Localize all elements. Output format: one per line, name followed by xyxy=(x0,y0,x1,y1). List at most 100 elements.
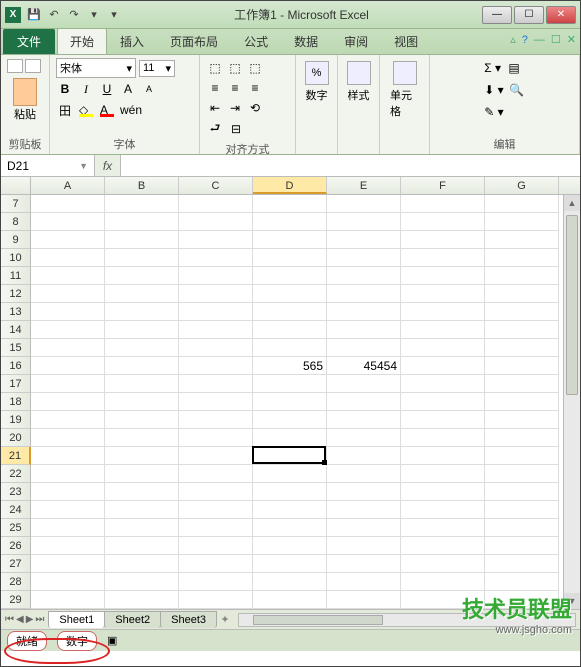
tab-page-layout[interactable]: 页面布局 xyxy=(157,28,231,54)
cell-D16[interactable]: 565 xyxy=(253,357,327,375)
cell-B20[interactable] xyxy=(105,429,179,447)
cell-F10[interactable] xyxy=(401,249,485,267)
cell-G20[interactable] xyxy=(485,429,559,447)
cell-E27[interactable] xyxy=(327,555,401,573)
cell-C17[interactable] xyxy=(179,375,253,393)
align-bottom-icon[interactable]: ⬚ xyxy=(246,59,264,77)
row-header-27[interactable]: 27 xyxy=(1,555,31,573)
grow-font-icon[interactable]: A xyxy=(119,80,137,98)
cell-D28[interactable] xyxy=(253,573,327,591)
border-icon[interactable]: 田 xyxy=(56,101,74,119)
cell-F29[interactable] xyxy=(401,591,485,609)
cell-E12[interactable] xyxy=(327,285,401,303)
cells-button[interactable]: 单元格 xyxy=(386,59,423,121)
cell-B29[interactable] xyxy=(105,591,179,609)
doc-close-icon[interactable]: ✕ xyxy=(567,33,576,46)
cell-E16[interactable]: 45454 xyxy=(327,357,401,375)
underline-button[interactable]: U xyxy=(98,80,116,98)
cell-E7[interactable] xyxy=(327,195,401,213)
cell-B26[interactable] xyxy=(105,537,179,555)
cell-E21[interactable] xyxy=(327,447,401,465)
cell-B28[interactable] xyxy=(105,573,179,591)
cell-C22[interactable] xyxy=(179,465,253,483)
cell-C19[interactable] xyxy=(179,411,253,429)
cell-F8[interactable] xyxy=(401,213,485,231)
row-header-9[interactable]: 9 xyxy=(1,231,31,249)
cell-D11[interactable] xyxy=(253,267,327,285)
cell-B10[interactable] xyxy=(105,249,179,267)
maximize-button[interactable]: ☐ xyxy=(514,6,544,24)
fx-icon[interactable]: fx xyxy=(95,155,121,176)
cell-C16[interactable] xyxy=(179,357,253,375)
merge-icon[interactable]: ⊟ xyxy=(227,120,245,138)
tab-view[interactable]: 视图 xyxy=(381,28,431,54)
cell-F18[interactable] xyxy=(401,393,485,411)
cell-C7[interactable] xyxy=(179,195,253,213)
cell-E10[interactable] xyxy=(327,249,401,267)
cell-B16[interactable] xyxy=(105,357,179,375)
cell-F21[interactable] xyxy=(401,447,485,465)
cell-B14[interactable] xyxy=(105,321,179,339)
cell-G19[interactable] xyxy=(485,411,559,429)
cell-A20[interactable] xyxy=(31,429,105,447)
cell-G11[interactable] xyxy=(485,267,559,285)
cell-E28[interactable] xyxy=(327,573,401,591)
sheet-last-icon[interactable]: ⏭ xyxy=(35,614,44,625)
doc-restore-icon[interactable]: ☐ xyxy=(551,33,561,46)
cell-A26[interactable] xyxy=(31,537,105,555)
cell-A7[interactable] xyxy=(31,195,105,213)
cell-G16[interactable] xyxy=(485,357,559,375)
cell-B12[interactable] xyxy=(105,285,179,303)
cell-A28[interactable] xyxy=(31,573,105,591)
scroll-up-icon[interactable]: ▲ xyxy=(564,195,580,211)
cell-E8[interactable] xyxy=(327,213,401,231)
cell-C23[interactable] xyxy=(179,483,253,501)
cell-A9[interactable] xyxy=(31,231,105,249)
qat-dropdown-icon[interactable]: ▾ xyxy=(85,6,103,24)
cell-A23[interactable] xyxy=(31,483,105,501)
cell-B8[interactable] xyxy=(105,213,179,231)
cell-D17[interactable] xyxy=(253,375,327,393)
cell-A11[interactable] xyxy=(31,267,105,285)
cell-B19[interactable] xyxy=(105,411,179,429)
italic-button[interactable]: I xyxy=(77,80,95,98)
orientation-icon[interactable]: ⟲ xyxy=(246,99,264,117)
cell-C26[interactable] xyxy=(179,537,253,555)
cell-B21[interactable] xyxy=(105,447,179,465)
cell-F23[interactable] xyxy=(401,483,485,501)
fill-color-icon[interactable]: ◇ xyxy=(77,101,95,119)
col-header-D[interactable]: D xyxy=(253,177,327,194)
cell-D24[interactable] xyxy=(253,501,327,519)
col-header-C[interactable]: C xyxy=(179,177,253,194)
new-sheet-icon[interactable]: ✦ xyxy=(216,613,234,626)
cell-A24[interactable] xyxy=(31,501,105,519)
name-box[interactable]: D21 ▼ xyxy=(1,155,95,176)
cell-F11[interactable] xyxy=(401,267,485,285)
cell-A18[interactable] xyxy=(31,393,105,411)
sheet-tab-sheet3[interactable]: Sheet3 xyxy=(160,611,217,628)
cell-B18[interactable] xyxy=(105,393,179,411)
cell-D25[interactable] xyxy=(253,519,327,537)
cell-E24[interactable] xyxy=(327,501,401,519)
row-header-7[interactable]: 7 xyxy=(1,195,31,213)
sheet-tab-sheet2[interactable]: Sheet2 xyxy=(104,611,161,628)
row-header-18[interactable]: 18 xyxy=(1,393,31,411)
cut-icon[interactable] xyxy=(7,59,23,73)
cell-G9[interactable] xyxy=(485,231,559,249)
row-header-19[interactable]: 19 xyxy=(1,411,31,429)
undo-icon[interactable]: ↶ xyxy=(45,6,63,24)
cell-F27[interactable] xyxy=(401,555,485,573)
tab-insert[interactable]: 插入 xyxy=(107,28,157,54)
bold-button[interactable]: B xyxy=(56,80,74,98)
cell-D8[interactable] xyxy=(253,213,327,231)
shrink-font-icon[interactable]: A xyxy=(140,80,158,98)
row-header-13[interactable]: 13 xyxy=(1,303,31,321)
sheet-tab-sheet1[interactable]: Sheet1 xyxy=(48,611,105,628)
row-header-23[interactable]: 23 xyxy=(1,483,31,501)
sheet-first-icon[interactable]: ⏮ xyxy=(5,614,14,625)
row-header-8[interactable]: 8 xyxy=(1,213,31,231)
row-header-10[interactable]: 10 xyxy=(1,249,31,267)
cell-G18[interactable] xyxy=(485,393,559,411)
clear-icon[interactable]: ✎ ▾ xyxy=(483,103,504,121)
minimize-button[interactable]: — xyxy=(482,6,512,24)
